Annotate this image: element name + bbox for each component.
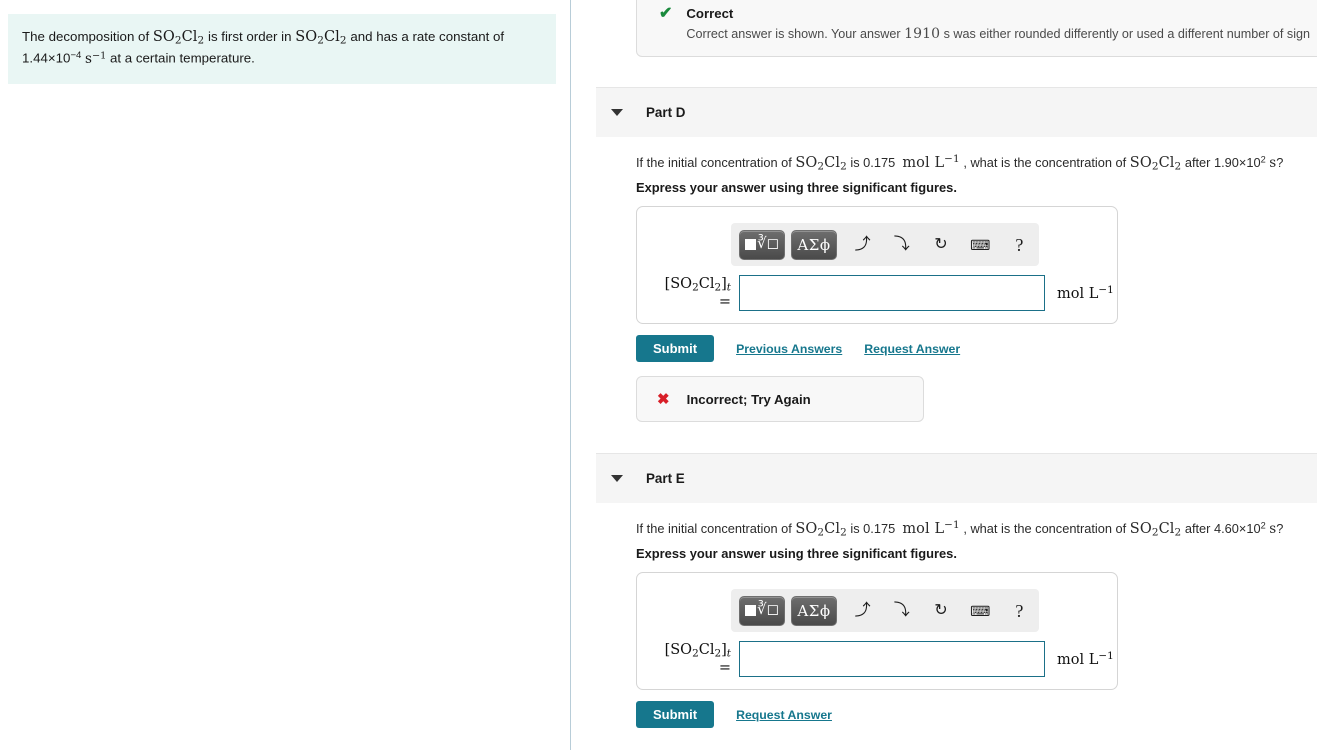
incorrect-feedback-banner-d: ✖ Incorrect; Try Again	[636, 376, 924, 422]
question-time-e: 4.60×10	[1213, 521, 1261, 536]
question-species-e2: SO2Cl2	[1129, 521, 1182, 539]
part-header-e[interactable]: Part E	[596, 453, 1317, 503]
formula-so2cl2-a: SO2Cl2	[152, 29, 205, 47]
problem-rate-line: 1.44×10−4 s−1 at a certain temperature.	[22, 48, 542, 70]
rate-value: 1.44×10	[22, 51, 71, 67]
correct-message-pre: Correct answer is shown. Your answer	[686, 27, 905, 42]
instruction-e: Express your answer using three signific…	[636, 546, 957, 561]
actions-row-d: Submit Previous Answers Request Answer	[636, 335, 960, 362]
answer-unit-e: mol L−1	[1057, 650, 1114, 668]
answer-unit-d: mol L−1	[1057, 284, 1114, 302]
math-toolbar-d: ∛◻ ΑΣϕ ⤴ ⤵ ↻ ⌨ ?	[731, 223, 1039, 266]
problem-tail: at a certain temperature.	[106, 51, 255, 67]
submit-button-d[interactable]: Submit	[636, 335, 715, 362]
greek-letters-button-e[interactable]: ΑΣϕ	[791, 595, 837, 626]
question-unit-d: mol L−1	[902, 153, 960, 171]
question-time-exp-e: 2	[1260, 520, 1266, 531]
question-species-d2: SO2Cl2	[1129, 155, 1182, 173]
incorrect-text-d: Incorrect; Try Again	[686, 391, 811, 407]
answer-row-d: [SO2Cl2]t = mol L−1	[651, 275, 1114, 311]
left-problem-pane: The decomposition of SO2Cl2 is first ord…	[0, 0, 570, 750]
question-text-e: If the initial concentration of SO2Cl2 i…	[636, 519, 1284, 539]
redo-icon-e[interactable]: ⤵	[882, 602, 921, 619]
question-text-d: If the initial concentration of SO2Cl2 i…	[636, 153, 1284, 173]
check-icon: ✔	[659, 5, 673, 22]
answer-label-e: [SO2Cl2]t =	[664, 642, 731, 676]
right-answer-pane: ✔ Correct Correct answer is shown. Your …	[571, 0, 1317, 750]
formula-so2cl2-b: SO2Cl2	[295, 29, 347, 47]
keyboard-icon-d[interactable]: ⌨	[961, 238, 1000, 252]
help-icon-d[interactable]: ?	[1000, 236, 1039, 254]
actions-row-e: Submit Request Answer	[636, 701, 832, 728]
rate-exponent: −4	[70, 50, 82, 62]
previous-answers-link-d[interactable]: Previous Answers	[736, 342, 842, 356]
answer-label-d: [SO2Cl2]t =	[664, 276, 731, 310]
answer-widget-e: ∛◻ ΑΣϕ ⤴ ⤵ ↻ ⌨ ? [SO2Cl2]t = mol L−1	[636, 572, 1118, 690]
template-button-d[interactable]: ∛◻	[739, 229, 785, 260]
instruction-d: Express your answer using three signific…	[636, 180, 957, 195]
part-header-d[interactable]: Part D	[596, 87, 1317, 137]
chevron-down-icon-e[interactable]	[611, 475, 623, 482]
answer-input-e[interactable]	[739, 641, 1045, 677]
question-species-d1: SO2Cl2	[795, 155, 847, 173]
rate-unit: s−1	[85, 50, 107, 68]
request-answer-link-e[interactable]: Request Answer	[736, 708, 832, 722]
template-button-e[interactable]: ∛◻	[739, 595, 785, 626]
undo-icon-d[interactable]: ⤴	[843, 236, 882, 253]
keyboard-icon-e[interactable]: ⌨	[961, 604, 1000, 618]
part-title-d: Part D	[646, 105, 686, 120]
correct-message-post: s was either rounded differently or used…	[940, 27, 1311, 42]
x-icon: ✖	[657, 390, 670, 408]
question-time-d: 1.90×10	[1213, 155, 1261, 170]
question-unit-e: mol L−1	[902, 519, 960, 537]
help-icon-e[interactable]: ?	[1000, 602, 1039, 620]
undo-icon-e[interactable]: ⤴	[843, 602, 882, 619]
answer-widget-d: ∛◻ ΑΣϕ ⤴ ⤵ ↻ ⌨ ? [SO2Cl2]t = mol L−1	[636, 206, 1118, 324]
submit-button-e[interactable]: Submit	[636, 701, 715, 728]
reset-icon-d[interactable]: ↻	[921, 236, 960, 253]
problem-text-mid: is first order in	[204, 29, 296, 44]
answer-input-d[interactable]	[739, 275, 1045, 311]
correct-title: Correct	[686, 6, 734, 21]
math-toolbar-e: ∛◻ ΑΣϕ ⤴ ⤵ ↻ ⌨ ?	[731, 589, 1039, 632]
page-root: The decomposition of SO2Cl2 is first ord…	[0, 0, 1317, 750]
question-species-e1: SO2Cl2	[795, 521, 847, 539]
redo-icon-d[interactable]: ⤵	[882, 236, 921, 253]
greek-letters-button-d[interactable]: ΑΣϕ	[791, 229, 837, 260]
problem-text-pre: The decomposition of	[22, 29, 153, 44]
part-title-e: Part E	[646, 471, 685, 486]
question-time-exp-d: 2	[1260, 154, 1266, 165]
chevron-down-icon-d[interactable]	[611, 109, 623, 116]
problem-statement: The decomposition of SO2Cl2 is first ord…	[8, 14, 556, 85]
correct-message: Correct answer is shown. Your answer 191…	[686, 25, 1310, 44]
answer-row-e: [SO2Cl2]t = mol L−1	[651, 641, 1114, 677]
correct-answer-value: 1910	[904, 26, 941, 43]
request-answer-link-d[interactable]: Request Answer	[864, 342, 960, 356]
problem-text-post: and has a rate constant of	[346, 29, 505, 44]
correct-feedback-banner: ✔ Correct Correct answer is shown. Your …	[636, 0, 1317, 57]
reset-icon-e[interactable]: ↻	[921, 602, 960, 619]
